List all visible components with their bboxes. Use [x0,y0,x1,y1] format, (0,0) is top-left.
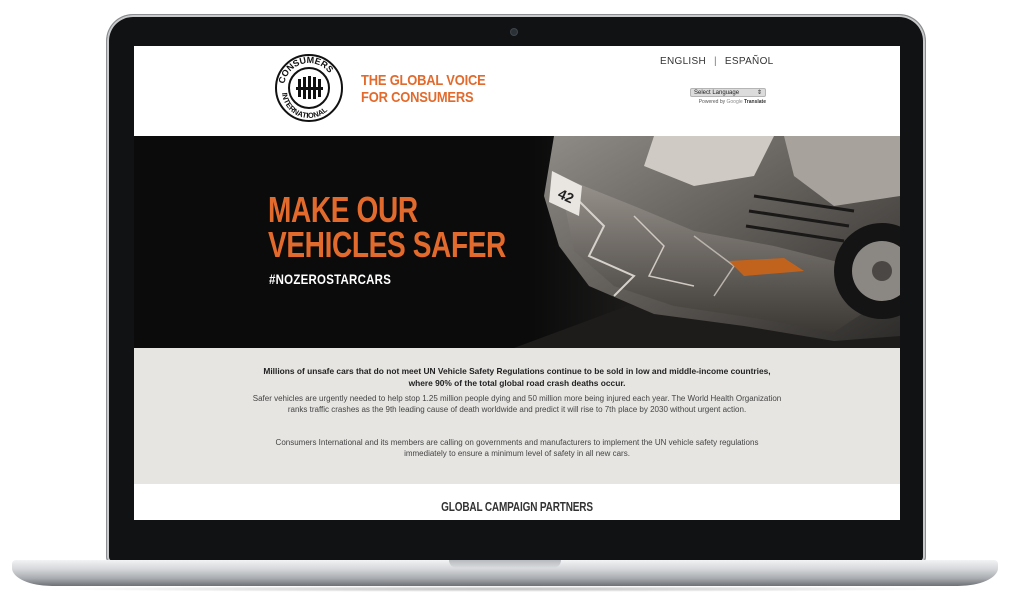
language-separator: | [714,56,717,67]
site-header: CONSUMERS INTERNATIONAL THE GLOBAL VOICE… [134,46,900,136]
tagline-line-1: THE GLOBAL VOICE [361,72,486,89]
campaign-info-section: Millions of unsafe cars that do not meet… [134,348,900,484]
campaign-paragraph-2: Consumers International and its members … [275,438,759,458]
camera-icon [511,29,517,35]
consumers-international-logo[interactable]: CONSUMERS INTERNATIONAL [274,53,344,123]
language-link-english[interactable]: ENGLISH [660,56,706,67]
tagline-line-2: FOR CONSUMERS [361,89,474,106]
powered-translate-link[interactable]: Translate [744,99,766,105]
language-link-espanol[interactable]: ESPAÑOL [725,56,774,67]
crashed-car-image: 42 [134,136,900,348]
laptop-notch [449,560,561,568]
partners-section: GLOBAL CAMPAIGN PARTNERS [134,484,900,520]
hero-banner: 42 MAKE OUR VEHICLES SAFER #NOZEROSTARCA… [134,136,900,348]
site-tagline: THE GLOBAL VOICE FOR CONSUMERS [361,72,486,106]
hero-title-line-1: MAKE OUR [268,189,418,230]
browser-screen: CONSUMERS INTERNATIONAL THE GLOBAL VOICE… [134,46,900,520]
powered-google: Google [726,99,743,105]
partners-heading: GLOBAL CAMPAIGN PARTNERS [441,500,593,514]
google-translate-widget: Select Language ⇕ Powered by Google Tran… [690,88,766,105]
select-language-value: Select Language [694,90,740,96]
hero-title-line-2: VEHICLES SAFER [268,224,506,265]
hero-hashtag[interactable]: #NOZEROSTARCARS [269,271,391,287]
select-language-dropdown[interactable]: Select Language ⇕ [690,88,766,97]
language-switcher: ENGLISH | ESPAÑOL [660,56,774,67]
campaign-lead-text: Millions of unsafe cars that do not meet… [263,366,771,388]
hero-title: MAKE OUR VEHICLES SAFER [268,189,506,265]
powered-by-text: Powered by Google Translate [690,99,766,105]
laptop-shadow [40,586,970,592]
campaign-paragraph-1: Safer vehicles are urgently needed to he… [252,394,782,414]
select-arrow-icon: ⇕ [756,90,762,96]
powered-prefix: Powered by [698,99,726,105]
